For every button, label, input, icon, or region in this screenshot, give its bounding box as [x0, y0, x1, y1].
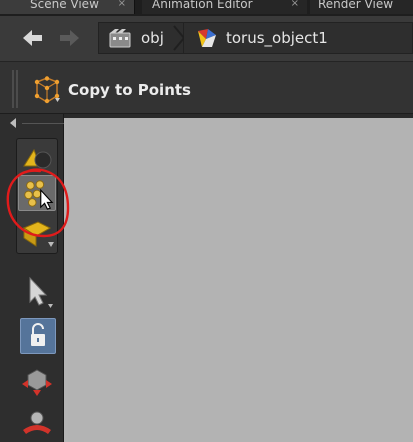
breadcrumb-label: torus_object1	[226, 29, 328, 47]
breadcrumb-torus-object[interactable]: torus_object1	[184, 22, 413, 54]
divider	[22, 123, 64, 124]
object-select-icon[interactable]	[18, 140, 56, 176]
tool-title: Copy to Points	[68, 81, 191, 99]
rotate-handle-icon[interactable]	[18, 404, 56, 440]
forward-arrow-icon[interactable]	[56, 25, 82, 51]
operation-toolbar: Copy to Points	[0, 62, 413, 114]
obj-context-icon	[109, 29, 131, 48]
collapse-arrow-icon[interactable]	[10, 118, 16, 128]
pane-tab-strip: Scene View × Animation Editor × Render V…	[0, 0, 413, 16]
select-arrow-icon[interactable]	[20, 274, 58, 310]
tab-render-view[interactable]: Render View	[310, 0, 413, 14]
copy-to-points-icon	[34, 76, 60, 104]
close-icon[interactable]: ×	[291, 0, 299, 12]
tab-label: Render View	[318, 0, 394, 11]
close-icon[interactable]: ×	[118, 0, 126, 12]
lock-icon	[31, 323, 45, 346]
network-path-bar: obj torus_object1	[0, 16, 413, 62]
tab-scene-view[interactable]: Scene View ×	[0, 0, 135, 14]
viewport-canvas[interactable]	[68, 118, 413, 442]
geometry-object-icon	[198, 29, 216, 47]
primitive-select-icon[interactable]	[18, 214, 56, 250]
transform-handle-icon[interactable]	[18, 362, 56, 398]
tab-label: Scene View	[30, 0, 99, 11]
breadcrumb-label: obj	[141, 29, 164, 47]
tab-label: Animation Editor	[152, 0, 253, 11]
3d-viewport[interactable]	[64, 114, 413, 442]
toolbar-drag-handle[interactable]	[12, 70, 18, 108]
back-arrow-icon[interactable]	[20, 25, 46, 51]
point-select-icon[interactable]	[18, 175, 56, 211]
tab-animation-editor[interactable]: Animation Editor ×	[142, 0, 307, 14]
lock-button[interactable]	[20, 318, 56, 354]
